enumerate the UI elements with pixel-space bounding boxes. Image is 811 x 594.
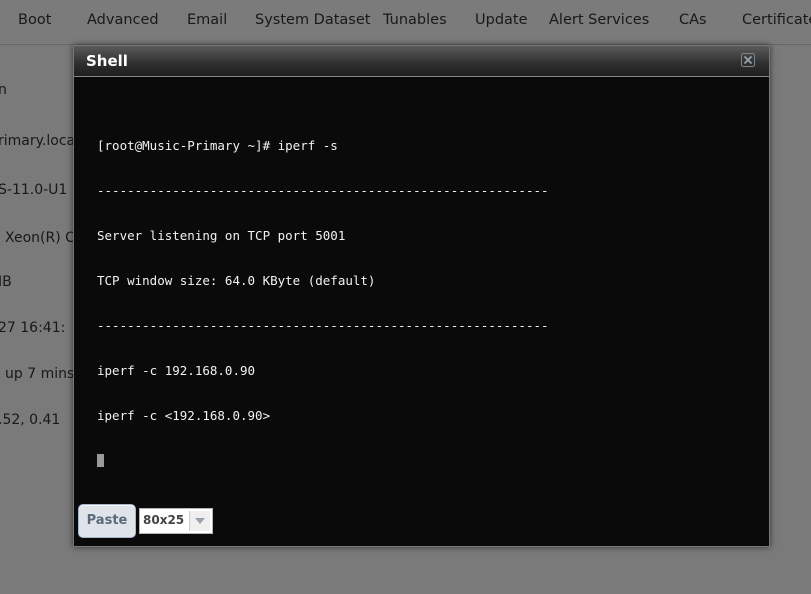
paste-button[interactable]: Paste [78, 504, 136, 538]
terminal-line: Server listening on TCP port 5001 [97, 228, 346, 243]
dialog-title: Shell [86, 52, 128, 70]
terminal-size-value: 80x25 [143, 513, 185, 527]
terminal-cursor-line [97, 453, 747, 468]
terminal-output[interactable]: [root@Music-Primary ~]# iperf -s -------… [97, 108, 747, 467]
terminal-line: iperf -c 192.168.0.90 [97, 363, 256, 378]
chevron-down-icon[interactable] [189, 511, 210, 531]
terminal-line: iperf -c <192.168.0.90> [97, 408, 271, 423]
terminal-cursor [97, 454, 104, 467]
close-icon[interactable] [741, 53, 755, 67]
terminal-line: TCP window size: 64.0 KByte (default) [97, 273, 376, 288]
terminal-line: ----------------------------------------… [97, 318, 549, 333]
dialog-titlebar[interactable]: Shell [74, 46, 769, 77]
terminal-line: ----------------------------------------… [97, 183, 549, 198]
terminal-size-select[interactable]: 80x25 [139, 508, 213, 534]
shell-dialog: Shell [root@Music-Primary ~]# iperf -s -… [73, 45, 770, 547]
terminal-line: [root@Music-Primary ~]# iperf -s [97, 138, 338, 153]
